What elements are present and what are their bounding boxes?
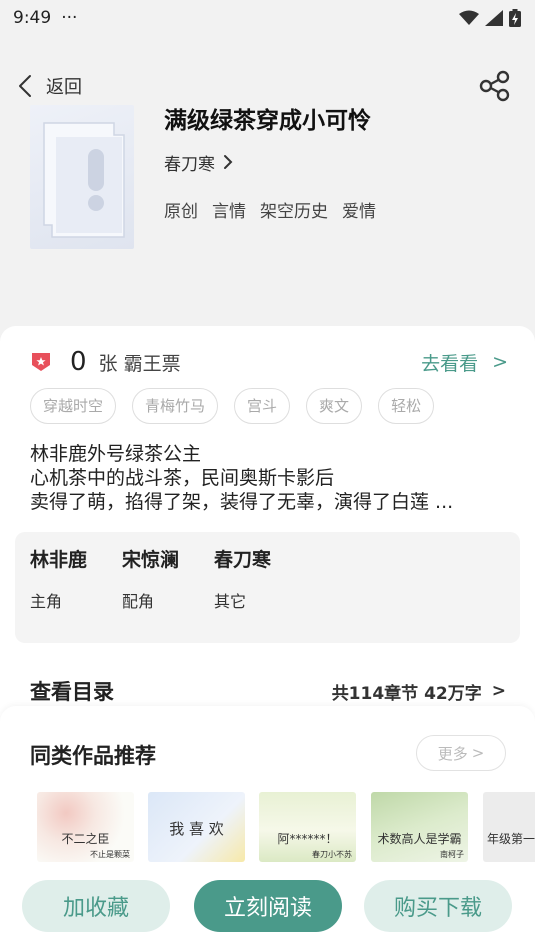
recommend-title: 同类作品推荐 [30,744,156,768]
tag-list: 穿越时空 青梅竹马 宫斗 爽文 轻松 [30,388,435,424]
vote-row: 0 张 霸王票 去看看 > [30,344,508,380]
status-bar: 9:49 ··· [0,0,535,36]
status-time: 9:49 [13,8,52,28]
signal-icon [485,10,503,26]
battery-icon [509,9,521,27]
author-name: 春刀寒 [164,154,215,175]
vote-view-link[interactable]: 去看看 > [421,349,508,376]
tag-chip[interactable]: 青梅竹马 [132,388,219,424]
tag-chip[interactable]: 宫斗 [234,388,291,424]
toc-info: 共114章节 42万字 > [332,679,506,704]
share-icon[interactable] [479,70,511,102]
book-cover-placeholder[interactable] [30,105,134,249]
nav-bar: 返回 [0,66,535,106]
synopsis-line: 卖得了萌，掐得了架，装得了无辜，演得了白莲 ... [30,491,454,513]
character-role: 主角 [30,592,63,611]
recommend-book-title: 术数高人是学霸 [377,832,462,846]
recommend-book[interactable]: 阿******！ 春刀小不苏 [259,792,356,862]
recommend-book[interactable]: 不二之臣 不止是颗菜 [37,792,134,862]
more-label: 更多 [437,744,468,763]
back-button[interactable]: 返回 [18,73,82,99]
character-item: 春刀寒 其它 [214,546,271,612]
recommend-book-author: 南柯子 [440,850,464,859]
tag-chip[interactable]: 轻松 [378,388,435,424]
tag-chip[interactable]: 爽文 [306,388,363,424]
character-name: 春刀寒 [214,549,272,571]
read-now-button[interactable]: 立刻阅读 [194,880,342,932]
synopsis-line: 林非鹿外号绿茶公主 [30,443,202,465]
toc-title: 查看目录 [30,680,114,704]
recommend-book-author: 春刀小不苏 [312,850,352,859]
vote-label: 张 霸王票 [98,352,181,375]
character-item: 林非鹿 主角 [30,546,87,612]
book-header: 满级绿茶穿成小可怜 春刀寒 原创 言情 架空历史 爱情 [30,105,510,250]
table-of-contents-row[interactable]: 查看目录 共114章节 42万字 > [30,674,506,708]
chevron-right-icon [224,155,233,169]
synopsis[interactable]: 林非鹿外号绿茶公主 心机茶中的战斗茶，民间奥斯卡影后 卖得了萌，掐得了架，装得了… [30,442,508,514]
category-item: 原创 [164,202,198,222]
character-role: 配角 [122,592,155,611]
category-item: 言情 [212,202,246,222]
toc-arrow: > [491,681,506,701]
character-item: 宋惊澜 配角 [122,546,179,612]
recommend-book[interactable]: 术数高人是学霸 南柯子 [371,792,468,862]
bottom-action-bar: 加收藏 立刻阅读 购买下载 [0,862,535,951]
recommend-list: 不二之臣 不止是颗菜 我 喜 欢 阿******！ 春刀小不苏 术数高人是学霸 … [37,792,535,862]
category-list: 原创 言情 架空历史 爱情 [164,197,504,222]
badge-icon [32,353,50,371]
author-link[interactable]: 春刀寒 [164,150,504,175]
character-panel: 林非鹿 主角 宋惊澜 配角 春刀寒 其它 [15,532,520,643]
recommend-book-title: 不二之臣 [61,832,110,846]
recommend-book-title: 阿******！ [277,832,338,846]
book-detail-card: 0 张 霸王票 去看看 > 穿越时空 青梅竹马 宫斗 爽文 轻松 林非鹿外号绿茶… [0,326,535,726]
alert-document-icon [43,122,125,238]
toc-summary: 共114章节 42万字 [331,683,482,704]
tag-chip[interactable]: 穿越时空 [30,388,117,424]
book-title: 满级绿茶穿成小可怜 [164,108,371,134]
wifi-icon [459,10,479,25]
status-more-icon: ··· [61,8,78,28]
vote-link-arrow: > [492,351,508,373]
character-name: 林非鹿 [30,549,88,571]
vote-link-label: 去看看 [421,352,479,375]
recommend-book-title: 我 喜 欢 [169,820,224,838]
more-arrow: > [471,744,485,762]
synopsis-line: 心机茶中的战斗茶，民间奥斯卡影后 [30,467,335,489]
category-item: 爱情 [342,202,376,222]
more-button[interactable]: 更多 > [416,735,506,771]
category-item: 架空历史 [260,202,328,222]
buy-download-button[interactable]: 购买下载 [364,880,512,932]
back-label: 返回 [46,77,82,98]
vote-count: 0 [70,347,87,377]
add-to-shelf-button[interactable]: 加收藏 [22,880,170,932]
recommend-book-author: 不止是颗菜 [90,850,130,859]
character-name: 宋惊澜 [122,549,180,571]
recommend-book[interactable]: 年级第一 [483,792,535,862]
chevron-left-icon [19,75,31,97]
recommend-book[interactable]: 我 喜 欢 [148,792,245,862]
recommend-book-title: 年级第一 [487,832,535,846]
character-role: 其它 [214,592,247,611]
